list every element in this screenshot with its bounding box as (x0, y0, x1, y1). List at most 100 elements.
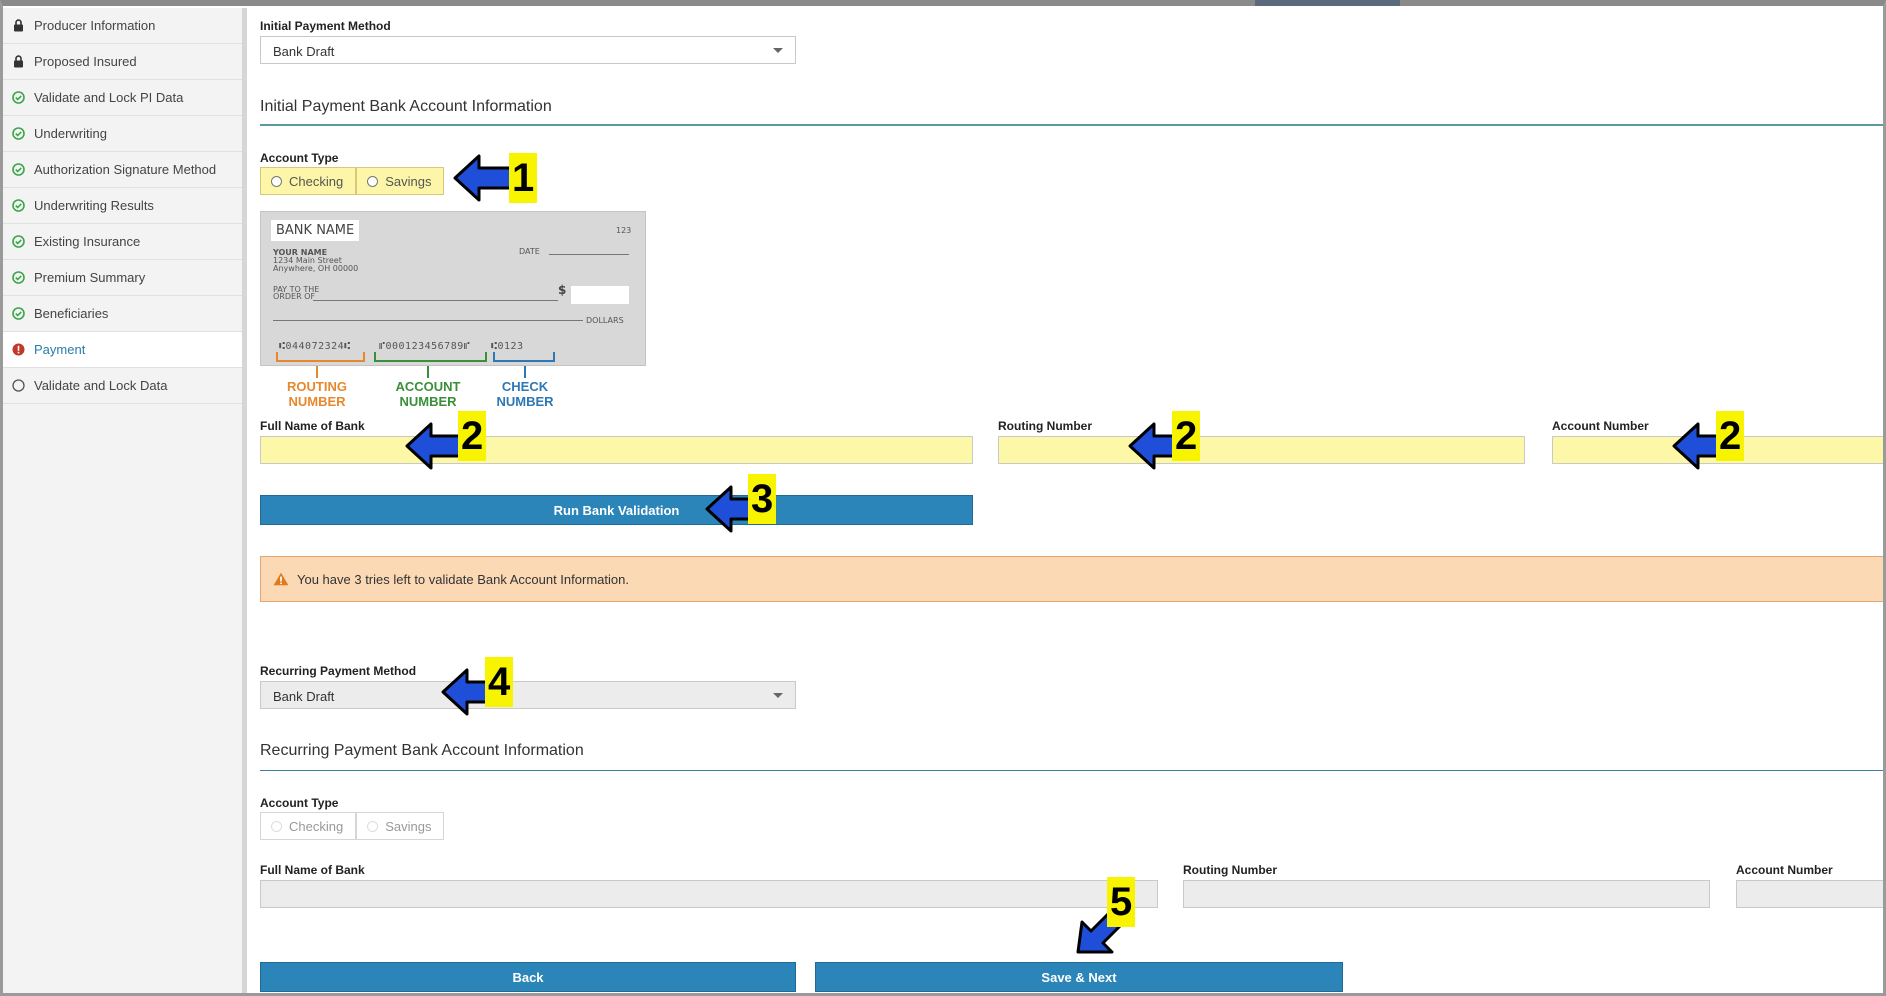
sidebar-item-label: Authorization Signature Method (34, 162, 217, 177)
check-order-of: ORDER OF (273, 292, 316, 301)
chevron-down-icon (773, 693, 783, 698)
annotation-step-3: 3 (748, 474, 777, 524)
account-connector (427, 366, 429, 378)
annotation-step-2-account: 2 (1716, 411, 1745, 461)
recurring-account-label: Account Number (1736, 863, 1833, 877)
run-bank-validation-button[interactable]: Run Bank Validation (260, 495, 973, 525)
initial-account-type-label: Account Type (260, 151, 339, 165)
check-payee-line (313, 300, 558, 301)
section-divider (260, 124, 1883, 126)
check-micr-account: ⑈000123456789⑈ (379, 341, 471, 352)
sidebar-item-beneficiaries[interactable]: Beneficiaries (3, 296, 242, 332)
sample-check-image: BANK NAME 123 YOUR NAME 1234 Main Street… (260, 211, 646, 366)
annotation-arrow-left-icon (453, 154, 513, 202)
recurring-account-type-radio-group: Checking Savings (260, 812, 445, 840)
chevron-down-icon (773, 48, 783, 53)
sidebar-item-label: Underwriting Results (34, 198, 154, 213)
check-micr-check: ⑆0123 (491, 341, 524, 352)
savings-label: Savings (385, 173, 432, 189)
savings-label: Savings (385, 818, 432, 834)
warning-icon (273, 572, 289, 586)
recurring-savings-radio[interactable]: Savings (356, 812, 445, 840)
check-date-label: DATE (519, 247, 540, 256)
check-circle-icon (11, 91, 25, 105)
sidebar-item-existing-insurance[interactable]: Existing Insurance (3, 224, 242, 260)
initial-payment-method-select[interactable]: Bank Draft (260, 36, 796, 64)
radio-circle-icon (271, 175, 282, 187)
account-bracket (374, 352, 487, 362)
routing-number-caption: ROUTING NUMBER (276, 379, 358, 409)
sidebar-item-validate-lock-pi[interactable]: Validate and Lock PI Data (3, 80, 242, 116)
initial-routing-input[interactable] (998, 436, 1525, 464)
recurring-payment-method-value: Bank Draft (273, 689, 335, 704)
save-next-button[interactable]: Save & Next (815, 962, 1343, 992)
sidebar-item-premium-summary[interactable]: Premium Summary (3, 260, 242, 296)
check-number-caption: CHECK NUMBER (484, 379, 566, 409)
check-caption-line1: CHECK (501, 379, 549, 394)
sidebar-item-label: Underwriting (34, 126, 107, 141)
check-circle-icon (11, 235, 25, 249)
check-bank-name: BANK NAME (271, 220, 360, 241)
check-circle-icon (11, 127, 25, 141)
sidebar-item-underwriting-results[interactable]: Underwriting Results (3, 188, 242, 224)
check-number-bracket (493, 352, 555, 362)
initial-payment-method-value: Bank Draft (273, 44, 335, 59)
routing-bracket (276, 352, 365, 362)
recurring-bank-name-label: Full Name of Bank (260, 863, 365, 877)
recurring-routing-label: Routing Number (1183, 863, 1277, 877)
initial-bank-name-label: Full Name of Bank (260, 419, 365, 433)
sidebar-item-label: Validate and Lock PI Data (34, 90, 184, 105)
radio-circle-icon (367, 820, 379, 832)
annotation-arrow-left-icon (405, 422, 465, 470)
check-number: 123 (616, 226, 632, 235)
top-progress-indicator (1255, 0, 1400, 6)
check-micr-routing: ⑆044072324⑆ (279, 341, 351, 352)
check-circle-icon (11, 199, 25, 213)
initial-bank-name-input[interactable] (260, 436, 973, 464)
sidebar-item-proposed-insured[interactable]: Proposed Insured (3, 44, 242, 80)
sidebar-item-underwriting[interactable]: Underwriting (3, 116, 242, 152)
sidebar-nav: Producer Information Proposed Insured Va… (3, 8, 247, 993)
recurring-payment-method-label: Recurring Payment Method (260, 664, 417, 678)
back-button[interactable]: Back (260, 962, 796, 992)
initial-bank-section-title: Initial Payment Bank Account Information (260, 98, 552, 115)
recurring-payment-method-select[interactable]: Bank Draft (260, 681, 796, 709)
radio-circle-icon (367, 175, 379, 187)
recurring-bank-section-title: Recurring Payment Bank Account Informati… (260, 742, 584, 759)
checking-label: Checking (289, 818, 344, 834)
recurring-routing-input[interactable] (1183, 880, 1710, 908)
alert-text: You have 3 tries left to validate Bank A… (297, 571, 629, 587)
sidebar-item-authorization-signature-method[interactable]: Authorization Signature Method (3, 152, 242, 188)
recurring-checking-radio[interactable]: Checking (260, 812, 357, 840)
recurring-account-input[interactable] (1736, 880, 1883, 908)
initial-checking-radio[interactable]: Checking (260, 167, 357, 195)
sidebar-item-label: Beneficiaries (34, 306, 109, 321)
sidebar-item-payment[interactable]: Payment (3, 332, 242, 368)
sidebar-item-label: Proposed Insured (34, 54, 137, 69)
account-caption-line2: NUMBER (399, 394, 457, 409)
check-city: Anywhere, OH 00000 (273, 264, 359, 273)
check-connector (524, 366, 526, 378)
routing-caption-line2: NUMBER (288, 394, 346, 409)
sidebar-item-label: Premium Summary (34, 270, 146, 285)
account-number-caption: ACCOUNT NUMBER (385, 379, 471, 409)
validation-tries-alert: You have 3 tries left to validate Bank A… (260, 556, 1883, 602)
annotation-step-2-routing: 2 (1172, 411, 1201, 461)
sidebar-item-label: Existing Insurance (34, 234, 141, 249)
sidebar-item-producer-information[interactable]: Producer Information (3, 8, 242, 44)
annotation-step-2-bank-name: 2 (458, 411, 487, 461)
lock-icon (11, 19, 25, 33)
recurring-account-type-label: Account Type (260, 796, 339, 810)
annotation-step-1: 1 (509, 153, 538, 203)
check-date-line (549, 254, 629, 255)
initial-savings-radio[interactable]: Savings (356, 167, 445, 195)
initial-account-label: Account Number (1552, 419, 1649, 433)
checking-label: Checking (289, 173, 344, 189)
annotation-step-5: 5 (1107, 877, 1136, 927)
check-circle-icon (11, 271, 25, 285)
recurring-bank-name-input[interactable] (260, 880, 1158, 908)
account-caption-line1: ACCOUNT (395, 379, 461, 394)
initial-account-type-radio-group: Checking Savings (260, 167, 445, 195)
check-circle-icon (11, 307, 25, 321)
sidebar-item-validate-lock-data[interactable]: Validate and Lock Data (3, 368, 242, 404)
